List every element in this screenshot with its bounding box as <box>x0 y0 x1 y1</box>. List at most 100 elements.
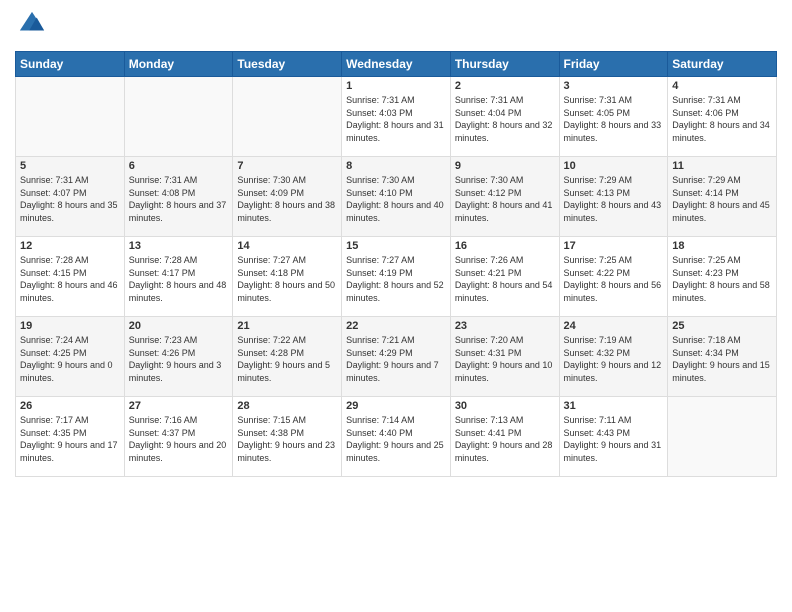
calendar-cell: 21 Sunrise: 7:22 AM Sunset: 4:28 PM Dayli… <box>233 317 342 397</box>
day-number: 26 <box>20 400 120 412</box>
calendar-cell: 27 Sunrise: 7:16 AM Sunset: 4:37 PM Dayli… <box>124 397 233 477</box>
calendar-week-1: 1 Sunrise: 7:31 AM Sunset: 4:03 PM Daylig… <box>16 77 777 157</box>
calendar-cell: 11Sunrise: 7:29 AM Sunset: 4:14 PM Dayli… <box>668 157 777 237</box>
day-info: Sunrise: 7:28 AM Sunset: 4:17 PM Dayligh… <box>129 254 229 304</box>
calendar-cell: 26 Sunrise: 7:17 AM Sunset: 4:35 PM Dayli… <box>16 397 125 477</box>
weekday-header-monday: Monday <box>124 52 233 77</box>
calendar-cell: 7Sunrise: 7:30 AM Sunset: 4:09 PM Daylig… <box>233 157 342 237</box>
day-info: Sunrise: 7:31 AM Sunset: 4:04 PM Dayligh… <box>455 94 555 144</box>
calendar-cell: 23 Sunrise: 7:20 AM Sunset: 4:31 PM Dayli… <box>450 317 559 397</box>
calendar-cell <box>124 77 233 157</box>
day-info: Sunrise: 7:25 AM Sunset: 4:23 PM Dayligh… <box>672 254 772 304</box>
day-info: Sunrise: 7:31 AM Sunset: 4:06 PM Dayligh… <box>672 94 772 144</box>
calendar-week-2: 5Sunrise: 7:31 AM Sunset: 4:07 PM Daylig… <box>16 157 777 237</box>
day-number: 6 <box>129 160 229 172</box>
day-number: 24 <box>564 320 664 332</box>
day-info: Sunrise: 7:28 AM Sunset: 4:15 PM Dayligh… <box>20 254 120 304</box>
day-info: Sunrise: 7:11 AM Sunset: 4:43 PM Dayligh… <box>564 414 664 464</box>
day-number: 21 <box>237 320 337 332</box>
calendar-cell: 25 Sunrise: 7:18 AM Sunset: 4:34 PM Dayli… <box>668 317 777 397</box>
day-number: 13 <box>129 240 229 252</box>
day-number: 27 <box>129 400 229 412</box>
calendar-cell: 4 Sunrise: 7:31 AM Sunset: 4:06 PM Daylig… <box>668 77 777 157</box>
calendar-cell: 16Sunrise: 7:26 AM Sunset: 4:21 PM Dayli… <box>450 237 559 317</box>
calendar-cell <box>16 77 125 157</box>
calendar-week-4: 19 Sunrise: 7:24 AM Sunset: 4:25 PM Dayli… <box>16 317 777 397</box>
day-info: Sunrise: 7:23 AM Sunset: 4:26 PM Dayligh… <box>129 334 229 384</box>
day-info: Sunrise: 7:27 AM Sunset: 4:19 PM Dayligh… <box>346 254 446 304</box>
calendar-cell: 18 Sunrise: 7:25 AM Sunset: 4:23 PM Dayli… <box>668 237 777 317</box>
calendar-week-3: 12 Sunrise: 7:28 AM Sunset: 4:15 PM Dayli… <box>16 237 777 317</box>
calendar-cell: 30 Sunrise: 7:13 AM Sunset: 4:41 PM Dayli… <box>450 397 559 477</box>
calendar-cell: 2 Sunrise: 7:31 AM Sunset: 4:04 PM Daylig… <box>450 77 559 157</box>
calendar-cell: 6 Sunrise: 7:31 AM Sunset: 4:08 PM Daylig… <box>124 157 233 237</box>
day-number: 28 <box>237 400 337 412</box>
day-info: Sunrise: 7:31 AM Sunset: 4:08 PM Dayligh… <box>129 174 229 224</box>
day-info: Sunrise: 7:21 AM Sunset: 4:29 PM Dayligh… <box>346 334 446 384</box>
calendar-cell <box>668 397 777 477</box>
logo <box>15 10 46 43</box>
day-number: 2 <box>455 80 555 92</box>
calendar-cell: 8 Sunrise: 7:30 AM Sunset: 4:10 PM Daylig… <box>342 157 451 237</box>
weekday-header-wednesday: Wednesday <box>342 52 451 77</box>
day-info: Sunrise: 7:20 AM Sunset: 4:31 PM Dayligh… <box>455 334 555 384</box>
day-number: 31 <box>564 400 664 412</box>
calendar-cell: 14 Sunrise: 7:27 AM Sunset: 4:18 PM Dayli… <box>233 237 342 317</box>
day-info: Sunrise: 7:31 AM Sunset: 4:05 PM Dayligh… <box>564 94 664 144</box>
day-info: Sunrise: 7:26 AM Sunset: 4:21 PM Dayligh… <box>455 254 555 304</box>
day-info: Sunrise: 7:17 AM Sunset: 4:35 PM Dayligh… <box>20 414 120 464</box>
day-info: Sunrise: 7:22 AM Sunset: 4:28 PM Dayligh… <box>237 334 337 384</box>
day-info: Sunrise: 7:30 AM Sunset: 4:10 PM Dayligh… <box>346 174 446 224</box>
day-number: 5 <box>20 160 120 172</box>
day-number: 3 <box>564 80 664 92</box>
day-info: Sunrise: 7:16 AM Sunset: 4:37 PM Dayligh… <box>129 414 229 464</box>
weekday-header-thursday: Thursday <box>450 52 559 77</box>
day-number: 7 <box>237 160 337 172</box>
day-info: Sunrise: 7:14 AM Sunset: 4:40 PM Dayligh… <box>346 414 446 464</box>
weekday-header-sunday: Sunday <box>16 52 125 77</box>
day-number: 14 <box>237 240 337 252</box>
calendar-table: SundayMondayTuesdayWednesdayThursdayFrid… <box>15 51 777 477</box>
page-container: SundayMondayTuesdayWednesdayThursdayFrid… <box>0 0 792 482</box>
header <box>15 10 777 43</box>
day-info: Sunrise: 7:29 AM Sunset: 4:13 PM Dayligh… <box>564 174 664 224</box>
day-number: 12 <box>20 240 120 252</box>
day-number: 9 <box>455 160 555 172</box>
day-number: 19 <box>20 320 120 332</box>
calendar-cell: 3 Sunrise: 7:31 AM Sunset: 4:05 PM Daylig… <box>559 77 668 157</box>
weekday-header-row: SundayMondayTuesdayWednesdayThursdayFrid… <box>16 52 777 77</box>
day-number: 10 <box>564 160 664 172</box>
day-info: Sunrise: 7:24 AM Sunset: 4:25 PM Dayligh… <box>20 334 120 384</box>
day-number: 8 <box>346 160 446 172</box>
day-number: 25 <box>672 320 772 332</box>
day-number: 18 <box>672 240 772 252</box>
calendar-cell: 29Sunrise: 7:14 AM Sunset: 4:40 PM Dayli… <box>342 397 451 477</box>
day-number: 22 <box>346 320 446 332</box>
calendar-cell <box>233 77 342 157</box>
day-number: 1 <box>346 80 446 92</box>
calendar-cell: 12 Sunrise: 7:28 AM Sunset: 4:15 PM Dayli… <box>16 237 125 317</box>
calendar-cell: 10 Sunrise: 7:29 AM Sunset: 4:13 PM Dayli… <box>559 157 668 237</box>
day-info: Sunrise: 7:13 AM Sunset: 4:41 PM Dayligh… <box>455 414 555 464</box>
day-number: 23 <box>455 320 555 332</box>
day-info: Sunrise: 7:18 AM Sunset: 4:34 PM Dayligh… <box>672 334 772 384</box>
calendar-cell: 19 Sunrise: 7:24 AM Sunset: 4:25 PM Dayli… <box>16 317 125 397</box>
day-info: Sunrise: 7:31 AM Sunset: 4:03 PM Dayligh… <box>346 94 446 144</box>
weekday-header-friday: Friday <box>559 52 668 77</box>
calendar-cell: 22 Sunrise: 7:21 AM Sunset: 4:29 PM Dayli… <box>342 317 451 397</box>
day-info: Sunrise: 7:27 AM Sunset: 4:18 PM Dayligh… <box>237 254 337 304</box>
calendar-week-5: 26 Sunrise: 7:17 AM Sunset: 4:35 PM Dayli… <box>16 397 777 477</box>
logo-icon <box>18 10 46 38</box>
day-number: 11 <box>672 160 772 172</box>
day-info: Sunrise: 7:15 AM Sunset: 4:38 PM Dayligh… <box>237 414 337 464</box>
calendar-header: SundayMondayTuesdayWednesdayThursdayFrid… <box>16 52 777 77</box>
day-number: 4 <box>672 80 772 92</box>
calendar-cell: 31 Sunrise: 7:11 AM Sunset: 4:43 PM Dayli… <box>559 397 668 477</box>
calendar-cell: 9Sunrise: 7:30 AM Sunset: 4:12 PM Daylig… <box>450 157 559 237</box>
day-number: 20 <box>129 320 229 332</box>
calendar-cell: 5Sunrise: 7:31 AM Sunset: 4:07 PM Daylig… <box>16 157 125 237</box>
calendar-cell: 17Sunrise: 7:25 AM Sunset: 4:22 PM Dayli… <box>559 237 668 317</box>
day-number: 17 <box>564 240 664 252</box>
calendar-cell: 13 Sunrise: 7:28 AM Sunset: 4:17 PM Dayli… <box>124 237 233 317</box>
day-number: 30 <box>455 400 555 412</box>
